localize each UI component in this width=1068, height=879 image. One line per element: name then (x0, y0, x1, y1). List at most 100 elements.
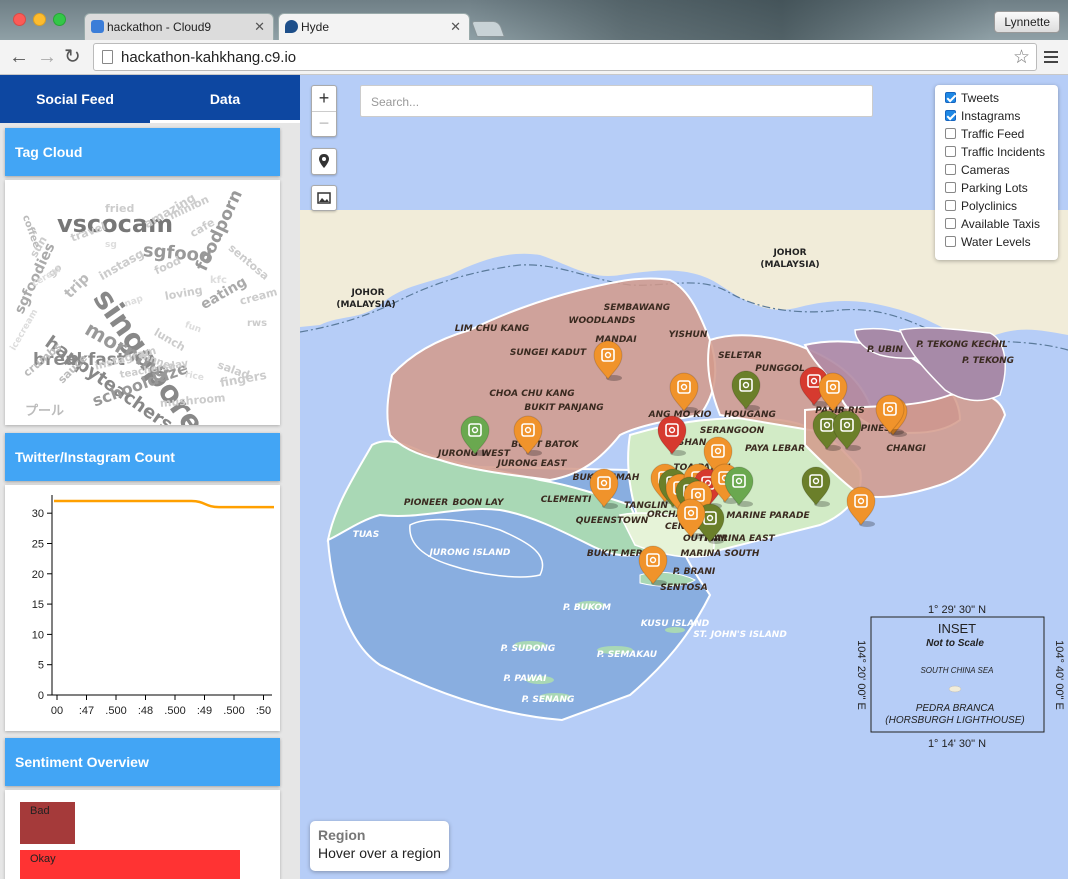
map-label-sentosa: SENTOSA (660, 583, 707, 593)
map-label-malaysia-left: (MALAYSIA) (336, 300, 395, 310)
layer-toggle-tweets[interactable]: Tweets (945, 91, 1058, 109)
browser-menu-icon[interactable] (1044, 51, 1058, 63)
tab-title: hackathon - Cloud9 (107, 20, 212, 34)
tag-cloud: singapore vscocam happyteachersday morning s… (5, 180, 280, 425)
series-line (54, 499, 274, 509)
sentiment-label: Okay (30, 853, 56, 865)
count-chart-card: 0 5 10 15 20 25 30 00:47 .500:48 .500:49 .500:50 (5, 485, 280, 731)
layer-label: Water Levels (961, 235, 1031, 249)
layer-toggle-water-levels[interactable]: Water Levels (945, 235, 1058, 253)
minimize-window-button[interactable] (33, 13, 46, 26)
bookmark-star-icon[interactable]: ☆ (1013, 46, 1030, 69)
layer-toggle-traffic-incidents[interactable]: Traffic Incidents (945, 145, 1058, 163)
map-label-pioneer: PIONEER (404, 498, 448, 508)
profile-button[interactable]: Lynnette (994, 11, 1060, 33)
tag-word: プール (25, 404, 65, 419)
map-label-changi: CHANGI (886, 444, 926, 454)
x-tick-label: .500 (164, 705, 185, 717)
locate-button[interactable] (311, 148, 337, 175)
reload-icon[interactable]: ↻ (64, 46, 81, 68)
url-text: hackathon-kahkhang.c9.io (121, 49, 297, 66)
cloud9-favicon-icon (91, 20, 104, 33)
browser-titlebar: hackathon - Cloud9 ✕ Hyde ✕ Lynnette (0, 0, 1068, 40)
back-arrow-icon[interactable]: ← (9, 46, 29, 68)
tab-title: Hyde (301, 20, 330, 34)
map-label-bukit-panjang: BUKIT PANJANG (524, 403, 603, 413)
page-icon (102, 50, 113, 64)
layer-checkbox[interactable] (945, 236, 956, 247)
tab-close-icon[interactable]: ✕ (254, 19, 265, 35)
tag-word: rws (247, 318, 268, 329)
y-tick-label: 25 (32, 538, 44, 550)
layer-toggle-cameras[interactable]: Cameras (945, 163, 1058, 181)
tab-data[interactable]: Data (150, 75, 300, 123)
map-label-sungei-kadut: SUNGEI KADUT (510, 348, 587, 358)
map-label-clementi: CLEMENTI (541, 495, 592, 505)
browser-toolbar: ← → ↻ hackathon-kahkhang.c9.io ☆ (0, 40, 1068, 75)
tag-word: kfc (210, 275, 227, 286)
layer-label: Cameras (961, 163, 1010, 177)
tag-word: rice (184, 370, 205, 384)
x-tick-label: :50 (256, 705, 271, 717)
layer-checkbox[interactable] (945, 164, 956, 175)
layer-checkbox[interactable] (945, 182, 956, 193)
map-label-p-brani: P. BRANI (673, 567, 716, 577)
layer-toggle-polyclinics[interactable]: Polyclinics (945, 199, 1058, 217)
inset-title: INSET (938, 621, 976, 636)
layer-toggle-available-taxis[interactable]: Available Taxis (945, 217, 1058, 235)
y-tick-label: 15 (32, 599, 44, 611)
close-window-button[interactable] (13, 13, 26, 26)
map-label-ubin: P. UBIN (867, 345, 903, 355)
tag-word: fun (183, 320, 203, 336)
forward-arrow-icon[interactable]: → (37, 46, 57, 68)
inset-lon-left: 104° 20' 00" E (855, 640, 867, 710)
sidebar-tabs: Social Feed Data (0, 75, 300, 123)
maximize-window-button[interactable] (53, 13, 66, 26)
layer-toggle-parking-lots[interactable]: Parking Lots (945, 181, 1058, 199)
layer-label: Traffic Feed (961, 127, 1025, 141)
region-info-box: Region Hover over a region (310, 821, 449, 871)
map[interactable]: JOHOR (MALAYSIA) JOHOR (MALAYSIA) SEMBAWANG W… (300, 75, 1068, 879)
map-label-p-senang: P. SENANG (522, 695, 575, 705)
image-layer-button[interactable] (311, 185, 337, 211)
y-tick-label: 10 (32, 629, 44, 641)
inset-lon-right: 104° 40' 00" E (1053, 640, 1065, 710)
tag-word: trip (61, 270, 93, 302)
y-tick-label: 20 (32, 569, 44, 581)
zoom-out-button[interactable]: − (312, 112, 336, 136)
inset-sea: SOUTH CHINA SEA (920, 666, 993, 675)
browser-tab-hyde[interactable]: Hyde ✕ (278, 13, 470, 40)
tag-word: sg (105, 240, 117, 250)
address-bar[interactable]: hackathon-kahkhang.c9.io ☆ (93, 43, 1037, 71)
map-label-lim-chu-kang: LIM CHU KANG (455, 324, 530, 334)
map-inset: 1° 29' 30" N 1° 14' 30" N 104° 20' 00" E… (855, 604, 1065, 750)
instagram-marker[interactable] (846, 486, 876, 527)
map-label-queenstown: QUEENSTOWN (576, 516, 649, 526)
layer-checkbox[interactable] (945, 128, 956, 139)
layer-checkbox[interactable] (945, 92, 956, 103)
tab-social-feed[interactable]: Social Feed (0, 75, 150, 123)
map-label-tekong-kechil: P. TEKONG KECHIL (916, 340, 1008, 350)
map-label-p-pawai: P. PAWAI (504, 674, 548, 684)
layer-label: Parking Lots (961, 181, 1028, 195)
map-label-marina-south: MARINA SOUTH (681, 549, 760, 559)
x-tick-label: :49 (197, 705, 212, 717)
inset-lat-bottom: 1° 14' 30" N (928, 738, 986, 750)
y-tick-label: 5 (38, 660, 44, 672)
tab-close-icon[interactable]: ✕ (450, 19, 461, 35)
map-search-input[interactable]: Search... (360, 85, 873, 117)
x-tick-label: :48 (138, 705, 153, 717)
layer-checkbox[interactable] (945, 110, 956, 121)
layer-toggle-instagrams[interactable]: Instagrams (945, 109, 1058, 127)
layer-toggle-traffic-feed[interactable]: Traffic Feed (945, 127, 1058, 145)
tag-word: coffee (19, 213, 42, 250)
layer-checkbox[interactable] (945, 146, 956, 157)
x-tick-label: .500 (223, 705, 244, 717)
layer-checkbox[interactable] (945, 218, 956, 229)
layer-checkbox[interactable] (945, 200, 956, 211)
map-label-woodlands: WOODLANDS (569, 316, 636, 326)
browser-tab-cloud9[interactable]: hackathon - Cloud9 ✕ (84, 13, 274, 40)
inset-place: PEDRA BRANCA (916, 703, 995, 714)
y-tick-label: 0 (38, 690, 44, 702)
zoom-in-button[interactable]: + (312, 86, 336, 112)
